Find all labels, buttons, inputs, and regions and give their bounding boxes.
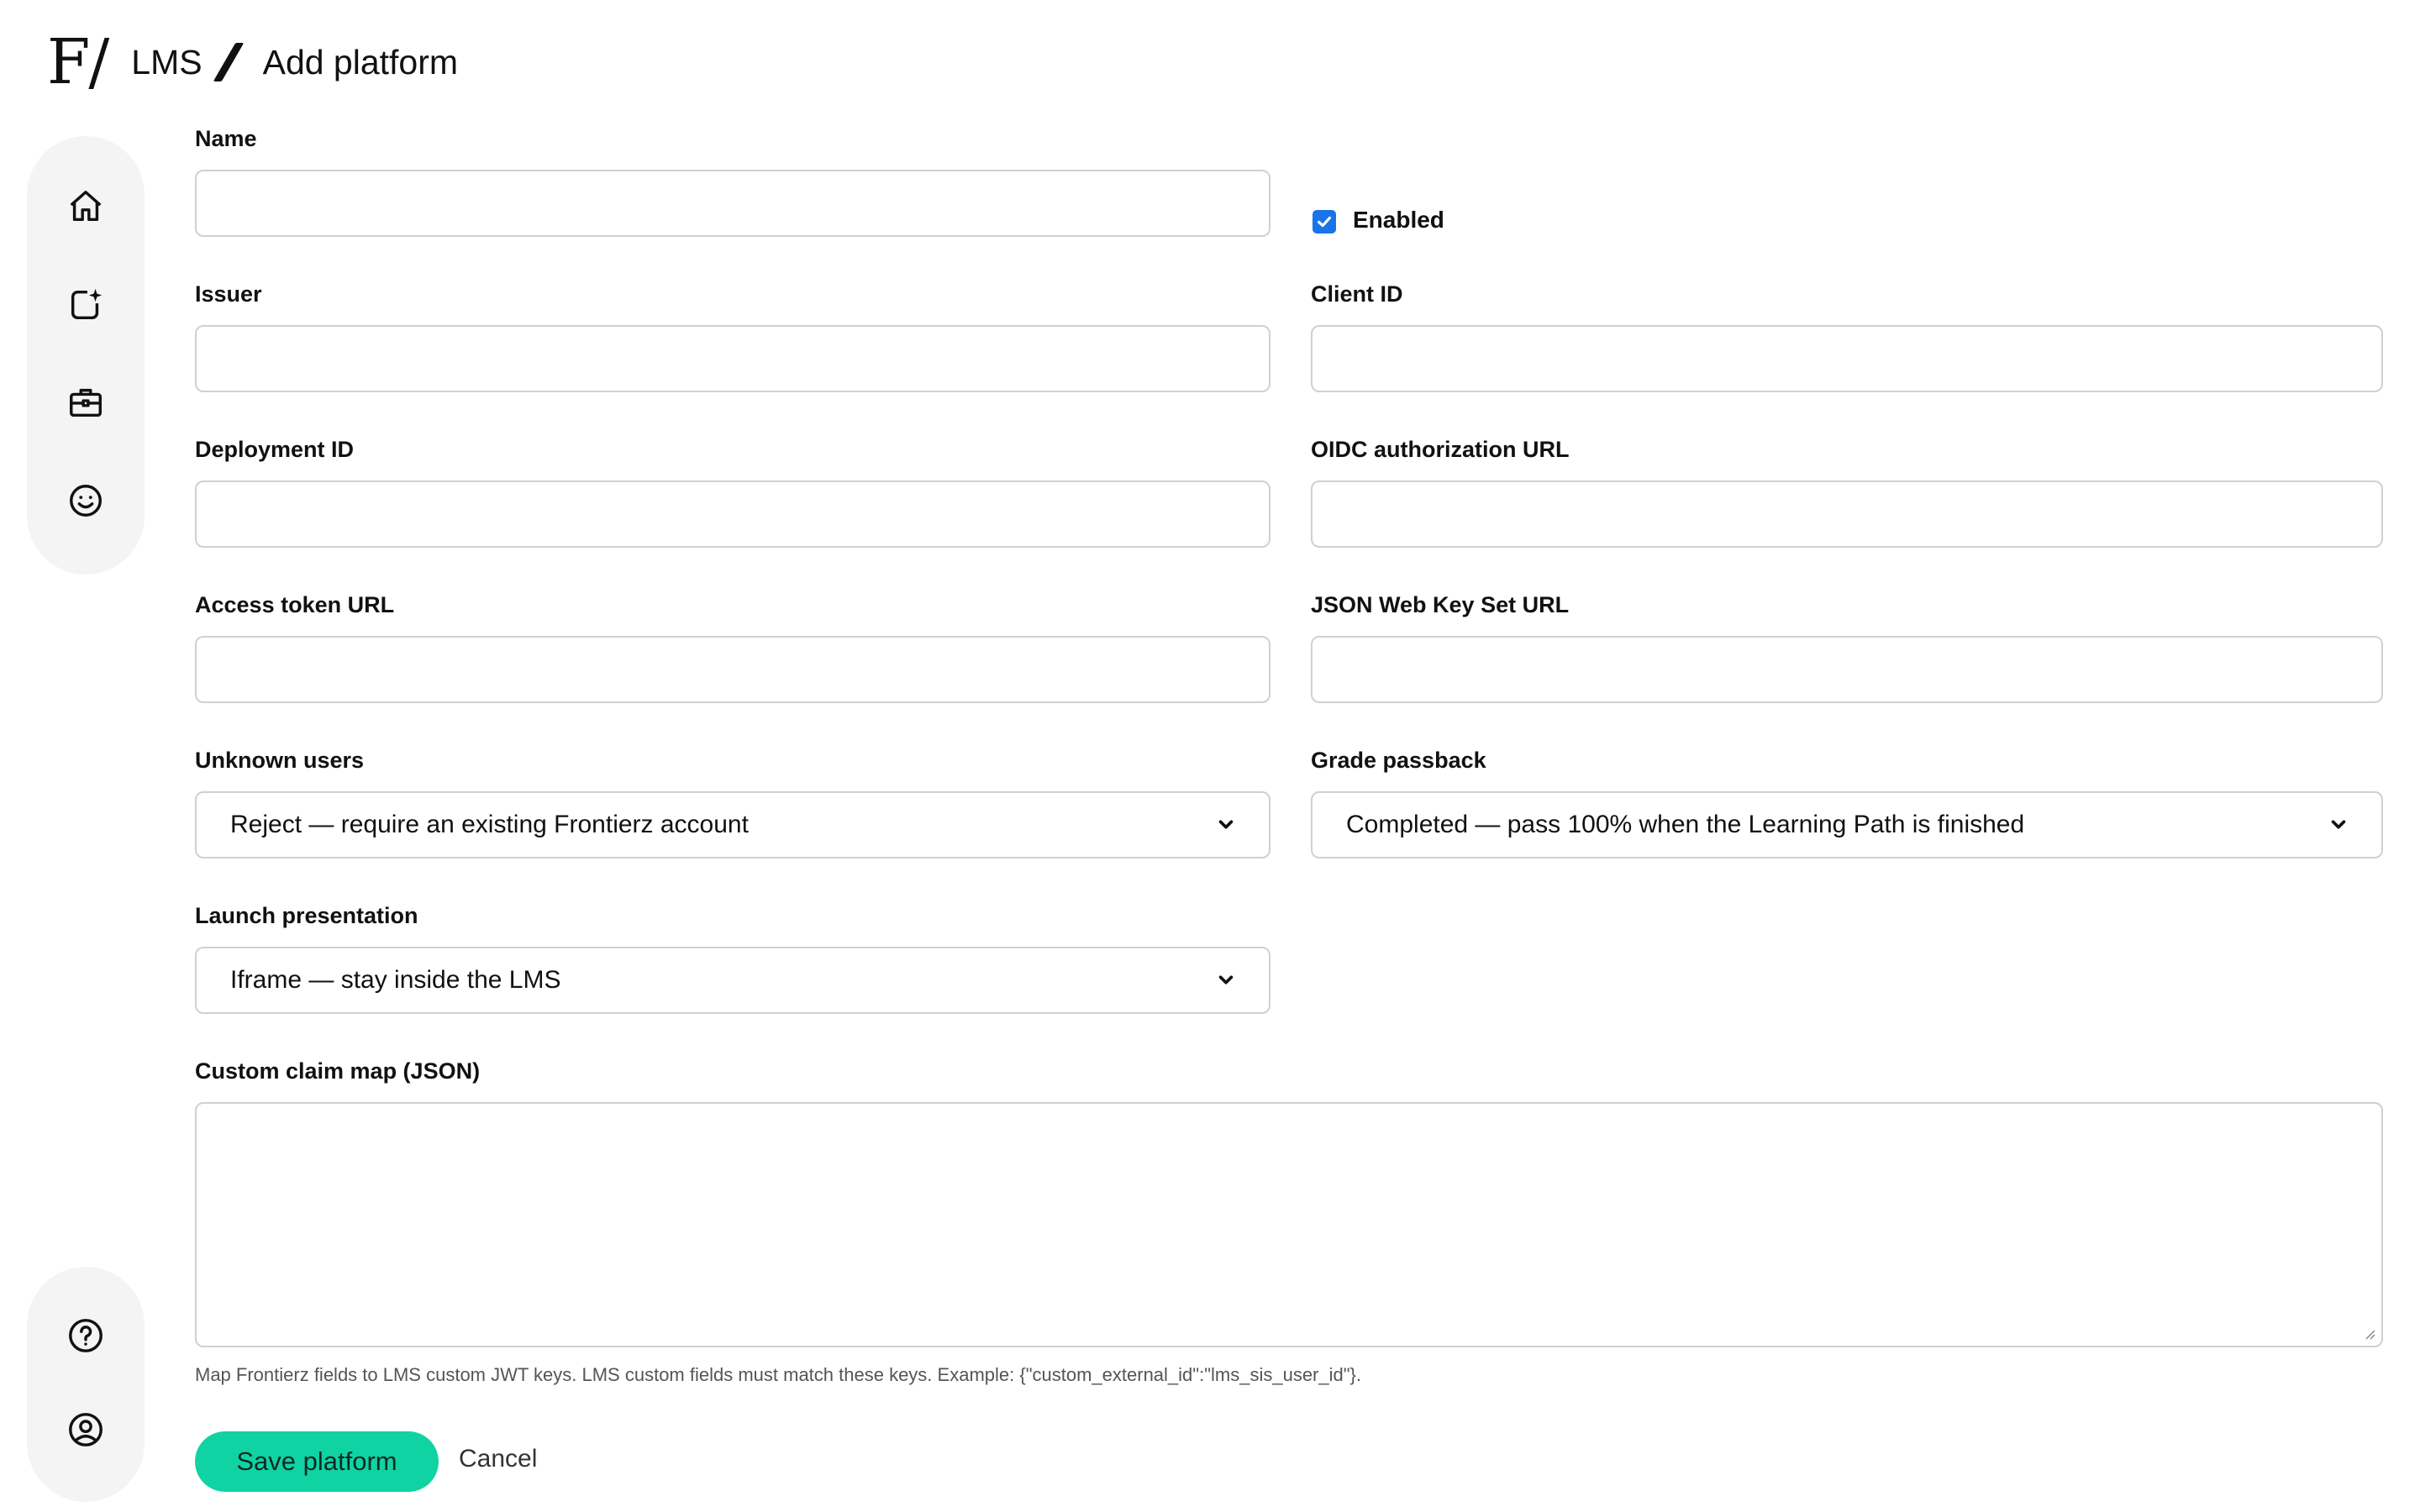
grade-passback-label: Grade passback [1311, 748, 1486, 773]
save-platform-button[interactable]: Save platform [195, 1431, 439, 1492]
jwks-url-input[interactable] [1311, 636, 2383, 703]
issuer-input[interactable] [195, 325, 1270, 392]
new-content-icon [71, 288, 103, 319]
enabled-label[interactable]: Enabled [1353, 207, 1444, 234]
frontierz-logo[interactable]: F/ [47, 31, 109, 93]
claim-map-help-text: Map Frontierz fields to LMS custom JWT k… [195, 1364, 1362, 1385]
client-id-label: Client ID [1311, 281, 1403, 307]
unknown-users-value: Reject — require an existing Frontierz a… [230, 811, 749, 838]
name-label: Name [195, 126, 257, 151]
oidc-url-input[interactable] [1311, 480, 2383, 548]
grade-passback-value: Completed — pass 100% when the Learning … [1346, 811, 2025, 838]
claim-map-textarea[interactable] [195, 1102, 2383, 1347]
grade-passback-select[interactable]: Completed — pass 100% when the Learning … [1311, 791, 2383, 858]
header: F/ LMS Add platform [47, 29, 458, 96]
sidebar-item-create[interactable] [60, 281, 111, 329]
deployment-id-input[interactable] [195, 480, 1270, 548]
name-input[interactable] [195, 170, 1270, 237]
sidebar-utility [27, 1267, 145, 1502]
jwks-url-label: JSON Web Key Set URL [1311, 592, 1570, 617]
launch-presentation-select[interactable]: Iframe — stay inside the LMS [195, 947, 1270, 1014]
chevron-down-icon [1218, 820, 1234, 829]
access-token-url-label: Access token URL [195, 592, 395, 617]
breadcrumb-lms[interactable]: LMS [131, 43, 202, 82]
enabled-checkbox[interactable] [1313, 210, 1336, 234]
sidebar-nav [27, 136, 145, 575]
client-id-input[interactable] [1311, 325, 2383, 392]
page-title: Add platform [262, 42, 459, 81]
breadcrumb-separator [213, 43, 244, 81]
smiley-icon [70, 484, 102, 517]
sidebar-item-help[interactable] [60, 1314, 111, 1357]
help-icon [69, 1319, 103, 1352]
oidc-url-label: OIDC authorization URL [1311, 437, 1570, 462]
access-token-url-input[interactable] [195, 636, 1270, 703]
resize-handle-icon[interactable] [2363, 1327, 2376, 1341]
briefcase-icon [70, 389, 102, 417]
account-icon [69, 1413, 103, 1446]
unknown-users-label: Unknown users [195, 748, 365, 773]
launch-presentation-label: Launch presentation [195, 903, 418, 928]
sidebar-item-work[interactable] [60, 379, 111, 427]
deployment-id-label: Deployment ID [195, 437, 355, 462]
home-icon [70, 191, 102, 222]
claim-map-label: Custom claim map (JSON) [195, 1058, 481, 1084]
cancel-button[interactable]: Cancel [459, 1445, 537, 1473]
launch-presentation-value: Iframe — stay inside the LMS [230, 966, 561, 994]
chevron-down-icon [1218, 975, 1234, 984]
sidebar-item-account[interactable] [60, 1408, 111, 1452]
checkmark-icon [1317, 216, 1332, 228]
chevron-down-icon [2331, 820, 2346, 829]
issuer-label: Issuer [195, 281, 262, 307]
unknown-users-select[interactable]: Reject — require an existing Frontierz a… [195, 791, 1270, 858]
sidebar-item-social[interactable] [60, 477, 111, 525]
sidebar-item-home[interactable] [60, 183, 111, 231]
